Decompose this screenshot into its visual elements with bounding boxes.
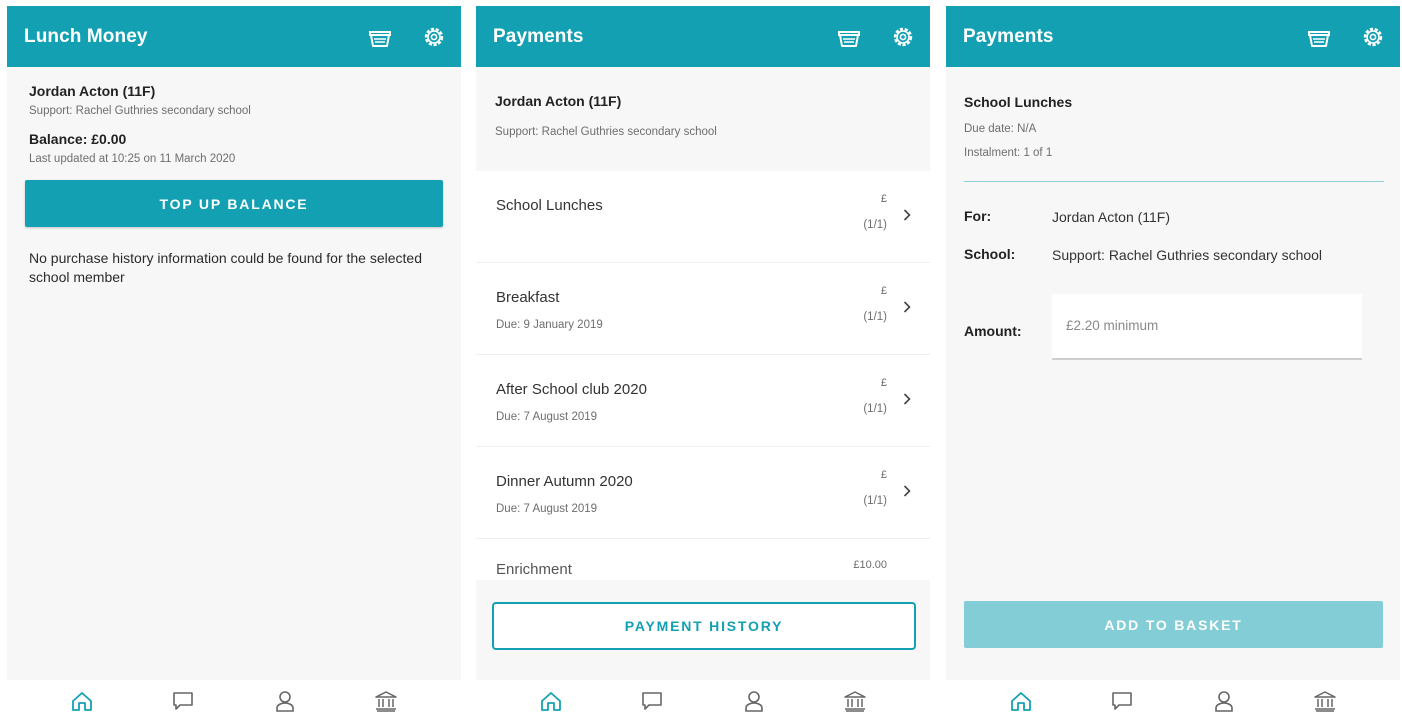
home-icon[interactable] <box>67 686 97 716</box>
history-footer: PAYMENT HISTORY <box>476 580 930 680</box>
payment-instalment: (1/1) <box>863 311 887 323</box>
basket-icon[interactable] <box>1306 24 1332 50</box>
app-header: Payments <box>476 6 930 67</box>
chevron-right-icon <box>895 263 911 354</box>
payment-due: Due: 9 January 2019 <box>496 319 603 331</box>
list-item[interactable]: Breakfast Due: 9 January 2019 £ (1/1) <box>476 263 930 355</box>
home-icon[interactable] <box>536 686 566 716</box>
bank-icon[interactable] <box>840 686 870 716</box>
person-icon[interactable] <box>1209 686 1239 716</box>
payment-amount: £ <box>880 285 887 297</box>
student-name: Jordan Acton (11F) <box>29 83 156 99</box>
chevron-right-icon <box>895 447 911 538</box>
list-item[interactable]: After School club 2020 Due: 7 August 2019… <box>476 355 930 447</box>
no-history-message: No purchase history information could be… <box>29 250 423 285</box>
amount-row: Amount: £2.20 minimum <box>964 294 1382 360</box>
chevron-right-icon <box>895 171 911 262</box>
list-item[interactable]: School Lunches £ (1/1) <box>476 171 930 263</box>
payments-list-screen: Payments Jordan Acton (11F) Support: Rac… <box>476 6 930 722</box>
payment-title: Enrichment <box>496 561 572 578</box>
payment-amount: £ <box>880 193 887 205</box>
top-up-balance-button[interactable]: TOP UP BALANCE <box>25 180 443 227</box>
page-title: Lunch Money <box>24 25 148 47</box>
bottom-tab-bar <box>946 680 1400 722</box>
school-value: Support: Rachel Guthries secondary schoo… <box>1052 247 1323 263</box>
payment-instalment: (1/1) <box>863 403 887 415</box>
person-icon[interactable] <box>739 686 769 716</box>
instalment-text: Instalment: 1 of 1 <box>964 147 1053 159</box>
amount-label: Amount: <box>964 323 1022 339</box>
payment-detail-screen: Payments School Lunches Due date: N/A In… <box>946 6 1400 722</box>
chat-icon[interactable] <box>1107 686 1137 716</box>
school-label: School: <box>964 246 1016 262</box>
bottom-tab-bar <box>7 680 461 722</box>
home-icon[interactable] <box>1006 686 1036 716</box>
balance-amount: Balance: £0.00 <box>29 131 127 147</box>
student-name: Jordan Acton (11F) <box>495 93 622 109</box>
payment-amount: £ <box>880 377 887 389</box>
chat-icon[interactable] <box>168 686 198 716</box>
person-icon[interactable] <box>270 686 300 716</box>
bank-icon[interactable] <box>371 686 401 716</box>
chevron-right-icon <box>895 355 911 446</box>
gear-icon[interactable] <box>421 24 447 50</box>
last-updated-text: Last updated at 10:25 on 11 March 2020 <box>29 153 236 165</box>
list-item[interactable]: Enrichment £10.00 <box>476 539 930 580</box>
gear-icon[interactable] <box>890 24 916 50</box>
chat-icon[interactable] <box>637 686 667 716</box>
payment-amount: £ <box>880 469 887 481</box>
basket-icon[interactable] <box>367 24 393 50</box>
basket-icon[interactable] <box>836 24 862 50</box>
payment-amount: £10.00 <box>853 559 887 571</box>
school-name: Support: Rachel Guthries secondary schoo… <box>495 126 717 138</box>
add-to-basket-button[interactable]: ADD TO BASKET <box>964 601 1383 648</box>
amount-input[interactable]: £2.20 minimum <box>1052 294 1362 360</box>
payment-due: Due: 7 August 2019 <box>496 503 598 515</box>
for-label: For: <box>964 208 992 224</box>
payment-history-button[interactable]: PAYMENT HISTORY <box>492 602 916 650</box>
list-item[interactable]: Dinner Autumn 2020 Due: 7 August 2019 £ (1… <box>476 447 930 539</box>
payments-list: School Lunches £ (1/1) Breakfast Due: 9 Ja… <box>476 171 930 580</box>
page-title: Payments <box>493 25 584 47</box>
due-date-text: Due date: N/A <box>964 123 1037 135</box>
payment-item-title: School Lunches <box>964 94 1073 110</box>
student-summary: Jordan Acton (11F) Support: Rachel Guthr… <box>476 67 930 171</box>
payment-due: Due: 7 August 2019 <box>496 411 598 423</box>
bank-icon[interactable] <box>1310 686 1340 716</box>
payment-title: Dinner Autumn 2020 <box>496 473 633 490</box>
gear-icon[interactable] <box>1360 24 1386 50</box>
for-value: Jordan Acton (11F) <box>1052 209 1171 225</box>
payment-title: School Lunches <box>496 197 603 214</box>
payment-title: After School club 2020 <box>496 381 647 398</box>
page-title: Payments <box>963 25 1054 47</box>
app-header: Lunch Money <box>7 6 461 67</box>
lunch-money-screen: Lunch Money Jordan Acton (11F) Support: … <box>7 6 461 722</box>
school-row: School: Support: Rachel Guthries seconda… <box>964 246 1382 265</box>
for-row: For: Jordan Acton (11F) <box>964 208 1382 227</box>
divider <box>964 181 1384 182</box>
payment-instalment: (1/1) <box>863 219 887 231</box>
app-header: Payments <box>946 6 1400 67</box>
school-name: Support: Rachel Guthries secondary schoo… <box>29 105 251 117</box>
payment-instalment: (1/1) <box>863 495 887 507</box>
payment-title: Breakfast <box>496 289 560 306</box>
bottom-tab-bar <box>476 680 930 722</box>
